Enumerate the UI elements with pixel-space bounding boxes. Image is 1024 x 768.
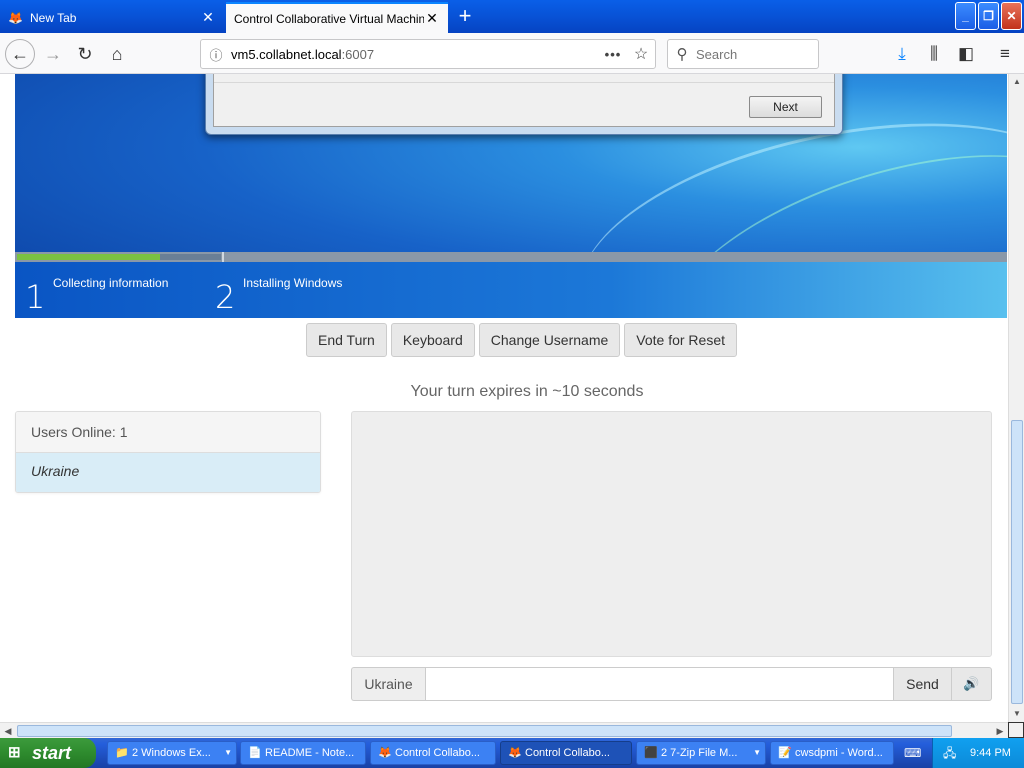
restore-button[interactable]: ❐ [978,2,999,30]
reload-icon[interactable]: ↻ [70,39,100,69]
folder-icon: 📁 [115,747,129,759]
back-icon[interactable]: ← [5,39,35,69]
screen: 🦊 New Tab ✕ Control Collaborative Virtua… [0,0,1024,768]
keyboard-icon[interactable]: ⌨ [904,745,921,761]
progress-fill [17,254,160,260]
dialog-separator [214,82,834,83]
step-number: 1 [25,278,46,316]
windows-flag-icon: ⊞ [8,744,21,761]
url-text[interactable]: vm5.collabnet.local:6007 [231,47,599,62]
more-icon[interactable]: ••• [599,47,627,62]
taskbar-item-label: Control Collabo... [525,747,610,759]
firefox-icon: 🦊 [378,747,392,759]
vertical-scrollbar[interactable]: ▲ ▼ [1008,74,1024,722]
dropdown-icon: ▼ [224,748,232,757]
setup-dialog-body: Next [213,74,835,127]
next-button[interactable]: Next [749,96,822,118]
navigation-bar: ← → ↻ ⌂ ⓘ vm5.collabnet.local:6007 ••• ☆… [0,33,1024,74]
user-list-item: Ukraine [16,453,320,492]
scroll-left-icon[interactable]: ◀ [0,723,16,739]
close-tab-icon[interactable]: ✕ [200,9,216,26]
scroll-corner [1008,722,1024,738]
chat-log[interactable] [351,411,992,657]
scroll-right-icon[interactable]: ▶ [992,723,1008,739]
step-number: 2 [215,278,236,316]
new-tab-button[interactable]: + [452,4,478,30]
wordpad-icon: 📝 [778,747,792,759]
taskbar-item-wordpad[interactable]: 📝 cwsdpmi - Word... [770,741,894,765]
scroll-down-icon[interactable]: ▼ [1009,706,1024,722]
send-button[interactable]: Send [894,667,952,701]
dropdown-icon: ▼ [753,748,761,757]
library-icon[interactable]: ⫼ [922,42,946,66]
taskbar-item-7zip[interactable]: ⬛ 2 7-Zip File M... ▼ [636,741,766,765]
taskbar-item-readme[interactable]: 📄 README - Note... [240,741,366,765]
url-port: :6007 [341,46,375,62]
browser-tab-bar: 🦊 New Tab ✕ Control Collaborative Virtua… [0,0,1024,33]
notepad-icon: 📄 [248,747,262,759]
taskbar-item-windows-explorer[interactable]: 📁 2 Windows Ex... ▼ [107,741,237,765]
taskbar-item-control-collaborative[interactable]: 🦊 Control Collabo... [370,741,496,765]
close-tab-icon[interactable]: ✕ [424,10,440,27]
turn-status: Your turn expires in ~10 seconds [410,383,644,400]
horizontal-scrollbar[interactable]: ◀ ▶ [0,722,1008,738]
bookmark-star-icon[interactable]: ☆ [627,44,655,64]
setup-steps: 1 Collecting information 2 Installing Wi… [15,252,1007,318]
close-window-button[interactable]: ✕ [1001,2,1022,30]
taskbar-item-control-collaborative-active[interactable]: 🦊 Control Collabo... [500,741,632,765]
search-bar[interactable]: ⚲ Search [667,39,819,69]
menu-icon[interactable]: ≡ [993,42,1017,66]
search-placeholder: Search [696,46,738,62]
url-bar[interactable]: ⓘ vm5.collabnet.local:6007 ••• ☆ [200,39,656,69]
download-icon[interactable]: ⤓ [890,42,914,66]
start-button[interactable]: ⊞ start [0,738,96,768]
7zip-icon: ⬛ [644,747,658,759]
speaker-icon[interactable]: 🔊 [952,667,992,701]
window-controls: _ ❐ ✕ [955,2,1022,30]
vertical-scroll-thumb[interactable] [1011,420,1023,704]
keyboard-button[interactable]: Keyboard [390,323,475,357]
tab-title: Control Collaborative Virtual Machines! [234,11,424,26]
info-icon[interactable]: ⓘ [201,45,231,64]
scroll-up-icon[interactable]: ▲ [1009,74,1024,90]
system-tray: 🖧 9:44 PM [932,738,1024,768]
progress-divider [222,252,224,262]
users-online-header: Users Online: 1 [16,412,320,453]
network-icon[interactable]: 🖧 [943,745,956,761]
forward-icon[interactable]: → [38,39,68,69]
tab-title: New Tab [30,10,77,25]
taskbar: ⊞ start 📁 2 Windows Ex... ▼ 📄 README - Note… [0,738,1024,768]
home-icon[interactable]: ⌂ [102,39,132,69]
end-turn-button[interactable]: End Turn [306,323,387,357]
firefox-icon: 🦊 [8,10,23,25]
change-username-button[interactable]: Change Username [478,323,621,357]
users-panel: Users Online: 1 Ukraine [15,411,321,493]
taskbar-item-label: 2 7-Zip File M... [661,747,738,759]
vm-controls: End Turn Keyboard Change Username Vote f… [306,323,737,357]
taskbar-item-label: Control Collabo... [395,747,480,759]
setup-dialog: Next [205,74,843,135]
url-host: vm5.collabnet.local [231,46,342,62]
vote-reset-button[interactable]: Vote for Reset [624,323,737,357]
taskbar-item-label: cwsdpmi - Word... [795,747,883,759]
chat-form: Ukraine Send 🔊 [351,667,992,701]
search-icon: ⚲ [676,46,688,63]
setup-progress-bar [15,252,1007,262]
horizontal-scroll-thumb[interactable] [17,725,952,737]
sidebar-icon[interactable]: ◧ [954,42,978,66]
start-label: start [32,743,72,763]
page-content: Next 1 Collecting information 2 Installi… [0,74,1008,722]
step-label: Installing Windows [243,276,343,290]
tab-control-collaborative[interactable]: Control Collaborative Virtual Machines! … [226,2,448,33]
taskbar-item-label: 2 Windows Ex... [132,747,211,759]
tab-new-tab[interactable]: 🦊 New Tab ✕ [0,2,224,33]
minimize-button[interactable]: _ [955,2,976,30]
step-label: Collecting information [53,276,169,290]
chat-username: Ukraine [351,667,425,701]
taskbar-item-label: README - Note... [265,747,355,759]
clock: 9:44 PM [970,747,1011,759]
chat-message-input[interactable] [425,667,894,701]
firefox-icon: 🦊 [508,747,522,759]
